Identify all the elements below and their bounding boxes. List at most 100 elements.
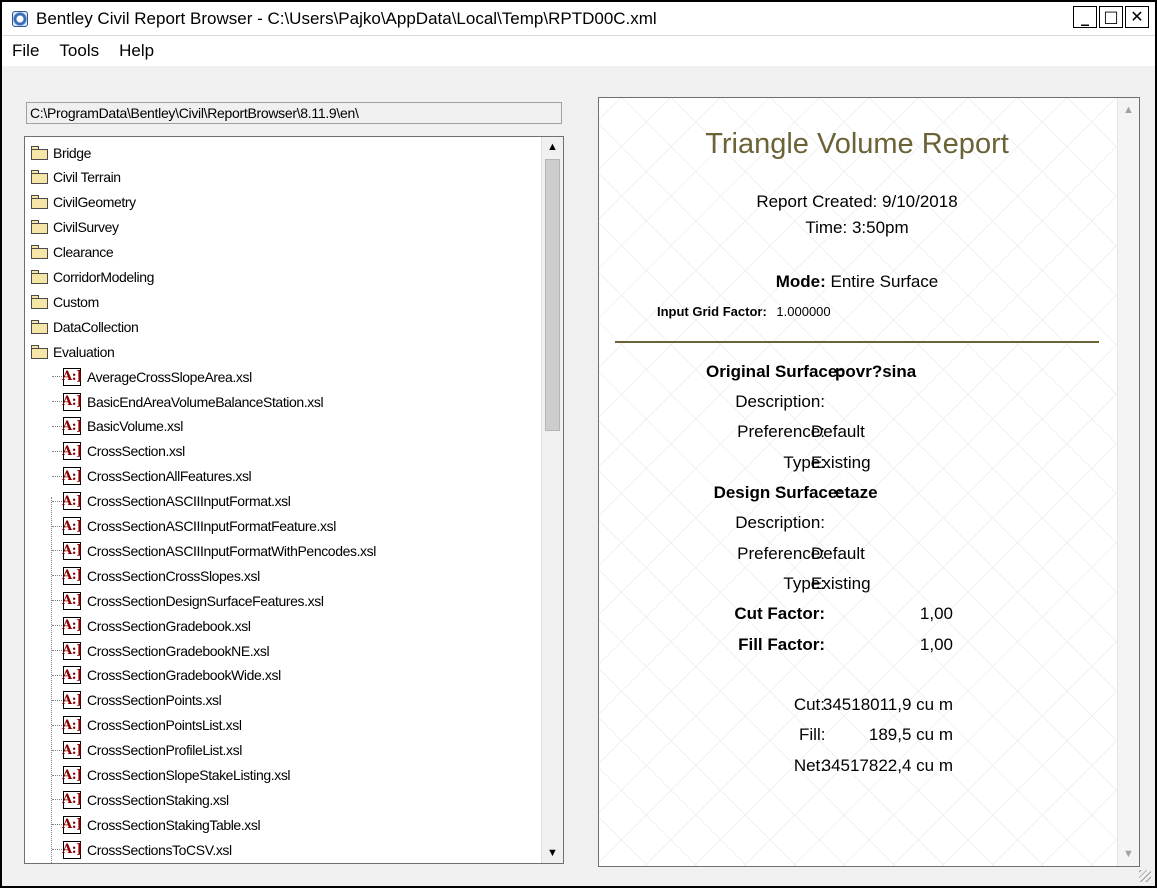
report-created-value: 9/10/2018	[882, 192, 958, 211]
tree-scrollbar[interactable]: ▲ ▼	[541, 137, 563, 863]
menu-file[interactable]: File	[10, 39, 41, 63]
tree-folder-label: CivilGeometry	[53, 194, 136, 211]
report-title: Triangle Volume Report	[705, 128, 1009, 160]
folder-icon	[31, 245, 49, 260]
title-bar[interactable]: Bentley Civil Report Browser - C:\Users\…	[2, 2, 1155, 36]
maximize-button[interactable]: □	[1099, 6, 1123, 28]
tree-folder[interactable]: CivilGeometry	[31, 190, 136, 215]
scroll-thumb[interactable]	[545, 159, 560, 431]
xsl-file-icon: A:]	[62, 417, 82, 436]
fill-value: 189,5 cu m	[868, 725, 953, 744]
tree-file-label: CrossSectionStaking.xsl	[87, 791, 229, 808]
xsl-file-icon: A:]	[62, 641, 82, 660]
tree-folder[interactable]: Clearance	[31, 240, 114, 265]
tree-file[interactable]: A:] AverageCrossSlopeArea.xsl	[62, 364, 252, 389]
tree-folder-label: Civil Terrain	[53, 169, 121, 186]
app-icon[interactable]	[12, 11, 28, 27]
tree-file[interactable]: A:] CrossSectionGradebook.xsl	[62, 613, 251, 638]
tree-folder[interactable]: CivilSurvey	[31, 215, 119, 240]
tree-file[interactable]: A:] CrossSectionDesignSurfaceFeatures.xsl	[62, 588, 324, 613]
tree-file[interactable]: A:] CrossSectionsToCSV.xsl	[62, 837, 232, 862]
xsl-file-icon: A:]	[62, 741, 82, 760]
tree-file[interactable]: A:] CrossSectionASCIIInputFormatWithPenco…	[62, 538, 376, 563]
tree-list: Bridge Civil Terrain CivilGeometry CivilSur…	[25, 137, 541, 863]
design-description-label: Description:	[735, 513, 825, 532]
cut-value: 34518011,9 cu m	[822, 695, 953, 714]
xsl-file-icon: A:]	[62, 367, 82, 386]
report-created: Report Created: 9/10/2018	[599, 192, 1115, 212]
mode-label: Mode:	[775, 272, 826, 291]
tree-file-label: CrossSectionPointsList.xsl	[87, 717, 242, 734]
xsl-file-icon: A:]	[62, 492, 82, 511]
xsl-file-icon: A:]	[62, 541, 82, 560]
tree-file-label: CrossSectionCrossSlopes.xsl	[87, 567, 260, 584]
original-description-label: Description:	[735, 392, 825, 411]
xsl-file-icon: A:]	[62, 691, 82, 710]
minimize-button[interactable]: _	[1073, 6, 1097, 28]
tree-file[interactable]: A:] BasicVolume.xsl	[62, 414, 183, 439]
report-scroll-down-icon[interactable]: ▼	[1118, 844, 1139, 864]
tree-file[interactable]: A:] CrossSectionProfileList.xsl	[62, 738, 242, 763]
tree-file[interactable]: A:] CrossSectionPoints.xsl	[62, 688, 222, 713]
design-surface-value: etaze	[835, 483, 878, 502]
tree-folder[interactable]: Bridge	[31, 140, 91, 165]
fill-factor-value: 1,00	[919, 635, 953, 654]
tree-folder-label: CivilSurvey	[53, 219, 119, 236]
xsl-file-icon: A:]	[62, 666, 82, 685]
xsl-file-icon: A:]	[62, 766, 82, 784]
fill-factor-label: Fill Factor:	[738, 635, 825, 654]
scroll-up-icon[interactable]: ▲	[542, 137, 563, 157]
scroll-down-icon[interactable]: ▼	[542, 843, 563, 863]
report-tree[interactable]: Bridge Civil Terrain CivilGeometry CivilSur…	[24, 136, 564, 864]
grid-factor-label: Input Grid Factor:	[657, 304, 767, 319]
tree-file[interactable]: A:] CrossSectionASCIIInputFormatFeature.x…	[62, 514, 336, 539]
input-grid-factor: Input Grid Factor: 1.000000	[657, 304, 831, 319]
tree-file-label: CrossSectionGradebookWide.xsl	[87, 667, 281, 684]
folder-icon	[31, 195, 49, 210]
close-button[interactable]: ✕	[1125, 6, 1149, 28]
tree-file[interactable]: A:] CrossSectionSlopeStakeListing.xsl	[62, 763, 291, 788]
tree-file[interactable]: A:] CrossSectionCrossSlopes.xsl	[62, 563, 260, 588]
xsl-file-icon: A:]	[62, 467, 82, 486]
tree-file-label: BasicEndAreaVolumeBalanceStation.xsl	[87, 393, 324, 410]
tree-file[interactable]: A:] CrossSection.xsl	[62, 439, 185, 464]
tree-file[interactable]: A:] CrossSectionAllFeatures.xsl	[62, 464, 252, 489]
report-scroll-up-icon[interactable]: ▲	[1118, 100, 1139, 120]
folder-icon	[31, 294, 49, 309]
report-time-label: Time:	[805, 218, 848, 237]
tree-folder[interactable]: Custom	[31, 289, 99, 314]
tree-file-label: CrossSectionStakingTable.xsl	[87, 816, 261, 833]
tree-folder-label: DataCollection	[53, 318, 139, 335]
tree-file[interactable]: A:] CrossSectionGradebookNE.xsl	[62, 638, 270, 663]
tree-file[interactable]: A:] CrossSectionASCIIInputFormat.xsl	[62, 489, 291, 514]
tree-file[interactable]: A:] CrossSectionPointsList.xsl	[62, 713, 242, 738]
tree-folder[interactable]: CorridorModeling	[31, 265, 154, 290]
xsl-file-icon: A:]	[62, 616, 82, 635]
report-view: Triangle Volume Report Report Created: 9…	[598, 97, 1140, 867]
xsl-file-icon: A:]	[62, 840, 82, 859]
folder-icon	[31, 220, 49, 235]
report-scrollbar[interactable]: ▲ ▼	[1117, 98, 1139, 866]
tree-file-label: CrossSectionASCIIInputFormat.xsl	[87, 493, 291, 510]
tree-file[interactable]: A:] CrossSectionStaking.xsl	[62, 787, 229, 812]
menu-tools[interactable]: Tools	[57, 39, 101, 63]
tree-folder-label: Clearance	[53, 244, 114, 261]
tree-folder[interactable]: Civil Terrain	[31, 165, 121, 190]
menu-help[interactable]: Help	[117, 39, 156, 63]
design-preference-value: Default	[811, 544, 865, 563]
tree-folder[interactable]: Evaluation	[31, 339, 115, 364]
menu-bar: File Tools Help	[2, 36, 1155, 66]
tree-file[interactable]: A:] CrossSectionGradebookWide.xsl	[62, 663, 281, 688]
tree-file[interactable]: A:] BasicEndAreaVolumeBalanceStation.xsl	[62, 389, 324, 414]
folder-icon	[31, 170, 49, 185]
tree-file-label: CrossSectionsToCSV.xsl	[87, 841, 232, 858]
tree-folder[interactable]: DataCollection	[31, 314, 139, 339]
folder-icon	[31, 344, 49, 359]
xsl-file-icon: A:]	[62, 517, 82, 535]
tree-file-label: CrossSectionASCIIInputFormatWithPencodes…	[87, 542, 376, 559]
report-time-value: 3:50pm	[851, 218, 909, 237]
xsl-file-icon: A:]	[62, 392, 82, 411]
resize-grip-icon[interactable]	[1139, 870, 1151, 882]
report-time: Time: 3:50pm	[599, 218, 1115, 238]
tree-file[interactable]: A:] CrossSectionStakingTable.xsl	[62, 812, 261, 837]
